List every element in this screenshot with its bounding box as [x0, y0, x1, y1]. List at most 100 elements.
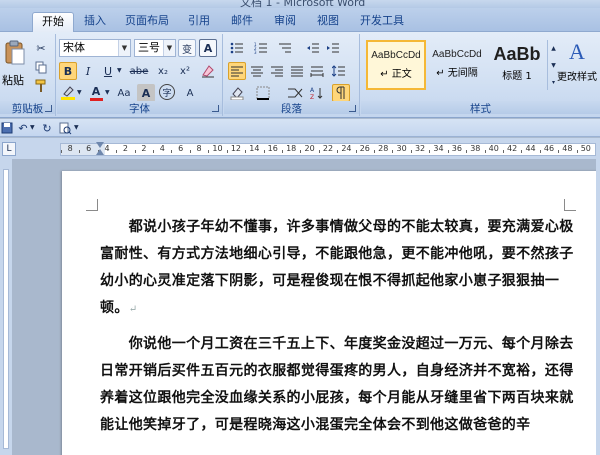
paragraph-launcher[interactable]: [349, 105, 356, 112]
tab-developer[interactable]: 开发工具: [358, 12, 406, 32]
ruler-number: 6: [86, 144, 92, 153]
increase-indent-icon[interactable]: [324, 39, 342, 57]
shading-icon[interactable]: [228, 84, 246, 102]
tab-mailings[interactable]: 邮件: [229, 12, 255, 32]
customize-qat-icon[interactable]: ▼: [74, 124, 79, 131]
scroll-up-icon[interactable]: ▲: [548, 40, 559, 56]
align-left-icon[interactable]: [228, 62, 246, 80]
ruler-tick: [116, 150, 118, 153]
font-color-button[interactable]: A: [87, 84, 105, 102]
tab-insert[interactable]: 插入: [82, 12, 108, 32]
justify-icon[interactable]: [288, 62, 306, 80]
subscript-button[interactable]: x₂: [153, 62, 173, 80]
distributed-icon[interactable]: [308, 62, 326, 80]
char-border-button[interactable]: A: [199, 39, 217, 57]
align-center-icon[interactable]: [248, 62, 266, 80]
show-marks-icon[interactable]: [332, 84, 350, 102]
ruler-tick: [134, 150, 136, 153]
paragraph-2[interactable]: 你说他一个月工资在三千五上下、年度奖金没超过一万元、每个月除去日常开销后买件五百…: [100, 331, 578, 439]
chevron-down-icon[interactable]: ▼: [117, 67, 122, 74]
clear-formatting-icon[interactable]: [199, 62, 217, 80]
font-group-label: 字体: [57, 101, 222, 115]
style-heading-1-name: 标题 1: [502, 71, 532, 82]
chevron-down-icon[interactable]: ▼: [163, 40, 175, 56]
ruler-tick: [226, 150, 228, 153]
paste-label[interactable]: 粘贴: [2, 72, 24, 88]
decrease-indent-icon[interactable]: [304, 39, 322, 57]
superscript-button[interactable]: x²: [175, 62, 195, 80]
numbering-icon[interactable]: 123: [252, 39, 270, 57]
svg-text:3: 3: [254, 50, 257, 54]
bold-button[interactable]: B: [59, 62, 77, 80]
change-styles-icon: A: [569, 39, 585, 63]
style-no-spacing[interactable]: AaBbCcDd ↵ 无间隔: [427, 40, 487, 90]
print-preview-icon[interactable]: [58, 120, 72, 136]
tab-selector-icon[interactable]: L: [2, 142, 16, 156]
ruler-tick: [576, 150, 578, 153]
clipboard-launcher[interactable]: [45, 105, 52, 112]
chinese-layout-icon[interactable]: [286, 84, 304, 102]
hanging-indent-marker[interactable]: [96, 142, 104, 148]
ruler-number: 14: [249, 144, 260, 153]
tab-page-layout[interactable]: 页面布局: [123, 12, 171, 32]
ruler-number: 16: [267, 144, 278, 153]
save-icon[interactable]: [0, 120, 14, 136]
tab-references[interactable]: 引用: [186, 12, 212, 32]
copy-icon[interactable]: [32, 58, 50, 76]
line-spacing-icon[interactable]: [330, 62, 348, 80]
ruler-tick: [558, 150, 560, 153]
phonetic-guide-button[interactable]: 变: [178, 39, 196, 57]
italic-button[interactable]: I: [79, 62, 97, 80]
chevron-down-icon[interactable]: ▼: [77, 89, 82, 96]
font-name-combo[interactable]: 宋体 ▼: [59, 39, 131, 57]
change-styles-label[interactable]: 更改样式: [557, 68, 597, 83]
multilevel-list-icon[interactable]: [276, 39, 294, 57]
highlight-color-button[interactable]: [59, 84, 77, 102]
enclose-char-button[interactable]: 字: [159, 84, 175, 100]
underline-button[interactable]: U: [99, 62, 117, 80]
ruler-tick: [466, 150, 468, 153]
document-page[interactable]: 都说小孩子年幼不懂事，许多事情做父母的不能太较真，要充满爱心极富耐性、有方式方法…: [62, 171, 600, 455]
cut-icon[interactable]: ✂: [32, 39, 50, 57]
first-line-indent-marker[interactable]: [96, 149, 104, 155]
paragraph-1[interactable]: 都说小孩子年幼不懂事，许多事情做父母的不能太较真，要充满爱心极富耐性、有方式方法…: [100, 214, 578, 323]
sort-icon[interactable]: AZ: [308, 84, 326, 102]
change-case-button[interactable]: Aa: [115, 84, 133, 102]
paragraph-mark: ↵: [128, 304, 138, 315]
font-launcher[interactable]: [212, 105, 219, 112]
ruler-tick: [502, 150, 504, 153]
grow-font-button[interactable]: A: [181, 84, 199, 102]
tab-home[interactable]: 开始: [32, 12, 74, 32]
chevron-down-icon[interactable]: ▼: [105, 89, 110, 96]
ruler-tick: [410, 150, 412, 153]
vertical-ruler-strip[interactable]: [3, 169, 9, 449]
align-right-icon[interactable]: [268, 62, 286, 80]
style-normal[interactable]: AaBbCcDd ↵ 正文: [366, 40, 426, 90]
tab-review[interactable]: 审阅: [272, 12, 298, 32]
ruler-strip[interactable]: 8 6 4 2 2 4 6 8 10 12 14 16 18 20 22 24 26 28 30 32 34 36 38 40…: [60, 143, 596, 156]
document-area: 都说小孩子年幼不懂事，许多事情做父母的不能太较真，要充满爱心极富耐性、有方式方法…: [0, 159, 600, 455]
undo-icon[interactable]: ↶: [16, 120, 30, 136]
bullets-icon[interactable]: [228, 39, 246, 57]
ruler-number: 46: [543, 144, 555, 153]
font-name-value: 宋体: [63, 41, 85, 54]
format-painter-icon[interactable]: [32, 77, 50, 95]
svg-text:Z: Z: [310, 94, 314, 100]
right-scrollbar[interactable]: [596, 159, 600, 455]
borders-icon[interactable]: [254, 84, 272, 102]
chevron-down-icon[interactable]: ▼: [30, 124, 35, 131]
style-heading-1[interactable]: AaBb 标题 1: [489, 40, 545, 90]
chevron-down-icon[interactable]: ▼: [118, 40, 130, 56]
tab-view[interactable]: 视图: [315, 12, 341, 32]
enclose-char-label: 字: [162, 88, 172, 99]
ruler-number: 8: [67, 144, 73, 153]
redo-icon[interactable]: ↻: [40, 120, 54, 136]
paste-button[interactable]: [3, 38, 27, 68]
change-styles-button[interactable]: A: [562, 38, 598, 64]
strikethrough-button[interactable]: abe: [127, 62, 151, 80]
char-shading-label: A: [141, 86, 151, 100]
ruler-tick: [263, 150, 265, 153]
char-shading-button[interactable]: A: [137, 84, 155, 102]
font-size-combo[interactable]: 三号 ▼: [134, 39, 176, 57]
subscript-label: x₂: [158, 65, 168, 77]
